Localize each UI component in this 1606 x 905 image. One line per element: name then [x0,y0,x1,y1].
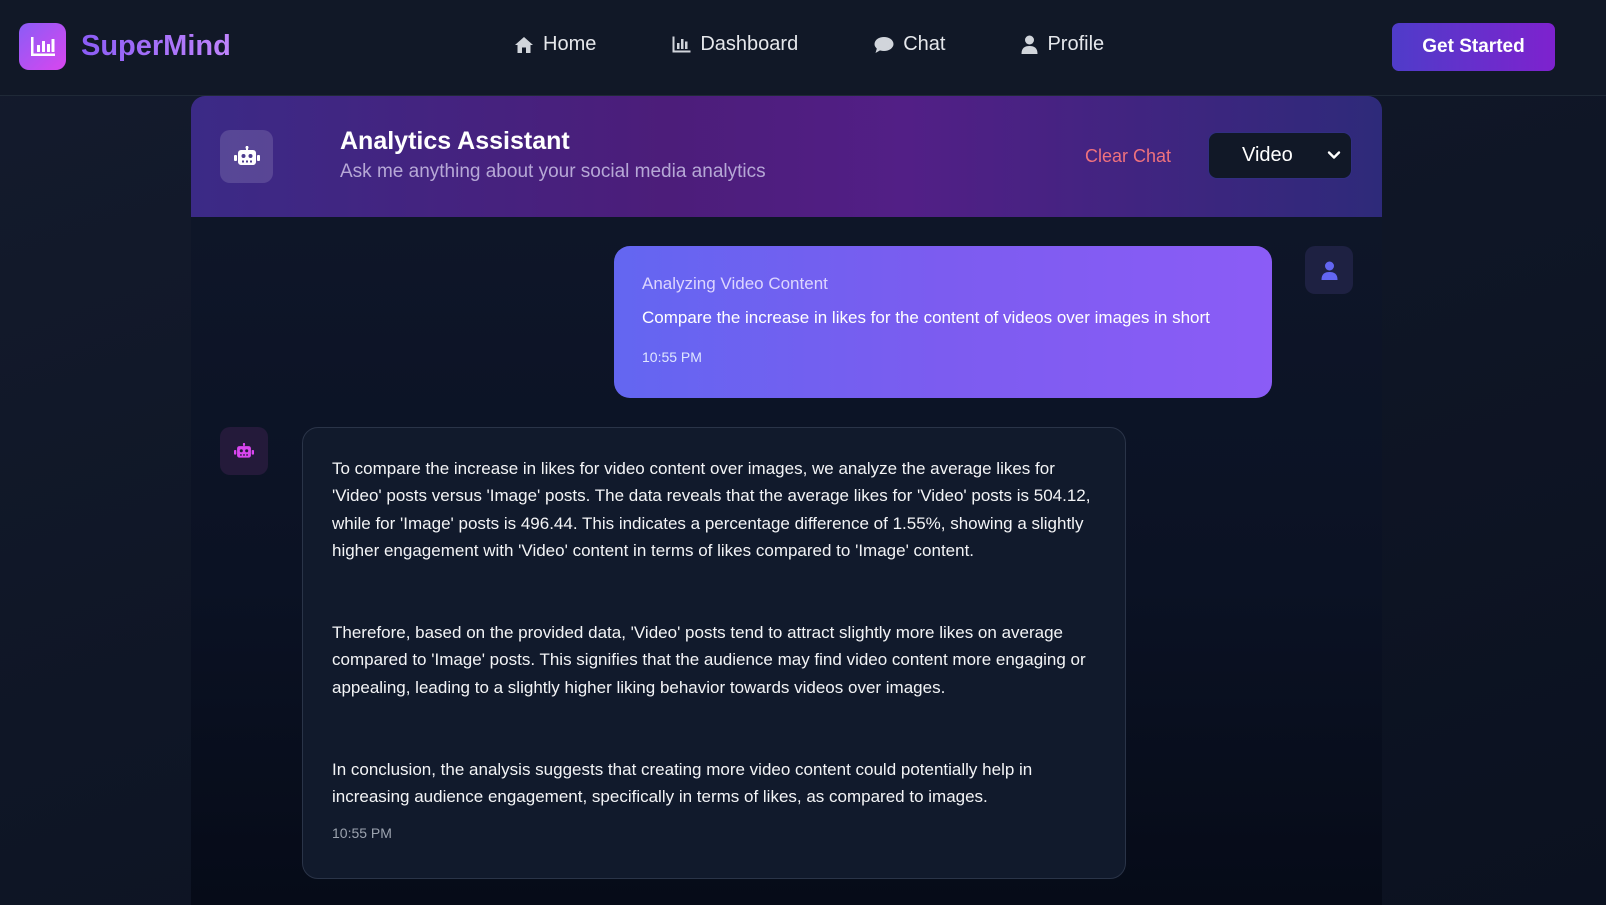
chat-header: Analytics Assistant Ask me anything abou… [191,96,1382,217]
chat-title: Analytics Assistant [340,127,570,155]
chat-subtitle: Ask me anything about your social media … [340,161,766,182]
brand[interactable]: SuperMind [19,23,231,70]
get-started-button[interactable]: Get Started [1392,23,1555,71]
content-type-value: Video [1242,144,1293,166]
app-page: SuperMind Home Dashboard Chat Profile Ge… [0,0,1606,905]
clear-chat-button[interactable]: Clear Chat [1085,146,1171,167]
brand-name: SuperMind [81,30,231,62]
nav-item-label: Home [543,33,597,55]
content-type-select[interactable]: Video [1208,132,1352,179]
nav-links: Home Dashboard Chat Profile [514,33,1180,56]
chevron-down-icon [1327,151,1341,159]
nav-item-label: Dashboard [700,33,799,55]
bot-message-paragraph: To compare the increase in likes for vid… [332,459,1091,561]
home-icon [515,36,533,53]
user-avatar [1305,246,1353,294]
user-message-title: Analyzing Video Content [642,274,828,293]
bar-chart-icon [19,23,66,70]
user-message-text: Compare the increase in likes for the co… [642,308,1210,327]
user-icon [1021,35,1038,54]
nav-item-home[interactable]: Home [514,33,596,56]
nav-item-dashboard[interactable]: Dashboard [672,33,798,56]
user-message-time: 10:55 PM [642,349,702,365]
bot-message-paragraph: In conclusion, the analysis suggests tha… [332,760,1033,807]
bot-message: To compare the increase in likes for vid… [302,427,1126,879]
chat-bubble-icon [874,36,894,53]
bot-avatar [220,427,268,475]
chat-panel: Analytics Assistant Ask me anything abou… [191,96,1382,905]
nav-item-label: Chat [903,33,946,55]
nav-item-chat[interactable]: Chat [874,33,945,56]
nav-item-label: Profile [1047,33,1105,55]
robot-icon [234,442,254,458]
top-navbar: SuperMind Home Dashboard Chat Profile Ge… [0,0,1606,96]
bot-message-paragraph: Therefore, based on the provided data, '… [332,623,1086,697]
chart-icon [672,36,691,53]
user-icon [1321,261,1337,280]
bot-message-time: 10:55 PM [332,825,392,841]
user-message: Analyzing Video Content Compare the incr… [614,246,1272,398]
nav-item-profile[interactable]: Profile [1021,33,1104,56]
robot-icon [220,130,273,183]
